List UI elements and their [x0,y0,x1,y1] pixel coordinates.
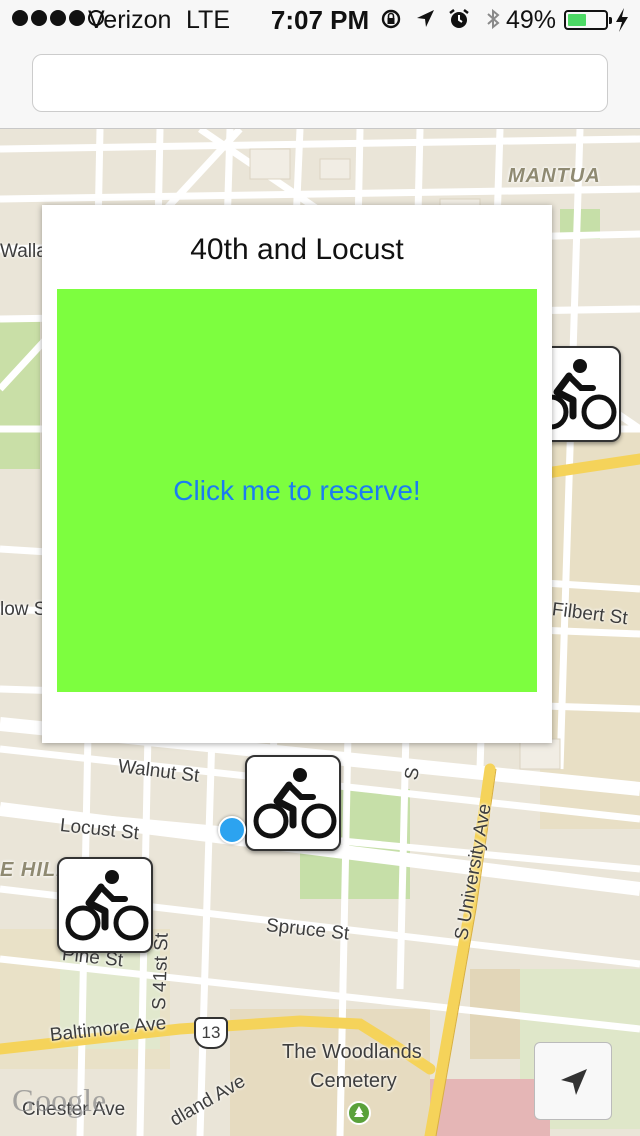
status-bar: Verizon LTE 7:07 PM 49% [0,0,640,40]
bluetooth-icon [487,8,500,30]
bicycle-icon [65,870,149,941]
map-label-mantua: MANTUA [508,165,601,187]
battery-icon [564,10,612,30]
location-arrow-icon [561,1069,587,1095]
route-13-shield: 13 [194,1017,228,1049]
bike-station-marker[interactable] [245,755,341,851]
park-icon [347,1101,371,1125]
battery-percent: 49% [506,6,557,34]
bicycle-icon [253,768,337,839]
locate-me-button[interactable] [534,1042,612,1120]
alarm-icon [449,9,469,28]
map-label-willow: low S [0,599,47,620]
status-icons [380,8,504,30]
reserve-link[interactable]: Click me to reserve! [173,475,420,507]
browser-toolbar [0,40,640,129]
station-popup: 40th and Locust Click me to reserve! [42,205,552,743]
address-bar[interactable] [32,54,608,112]
current-location-dot [218,816,246,844]
reserve-button[interactable]: Click me to reserve! [57,289,537,692]
rotation-lock-icon [381,9,401,29]
google-logo: Google [12,1082,107,1118]
charging-bolt-icon [616,8,628,32]
map-label-cemetery: Cemetery [310,1070,397,1092]
location-arrow-icon [417,10,434,27]
map-label-woodlands: The Woodlands [282,1041,422,1063]
bike-station-marker[interactable] [57,857,153,953]
popup-title: 40th and Locust [190,233,404,266]
map-label-walla: Walla [0,241,47,262]
